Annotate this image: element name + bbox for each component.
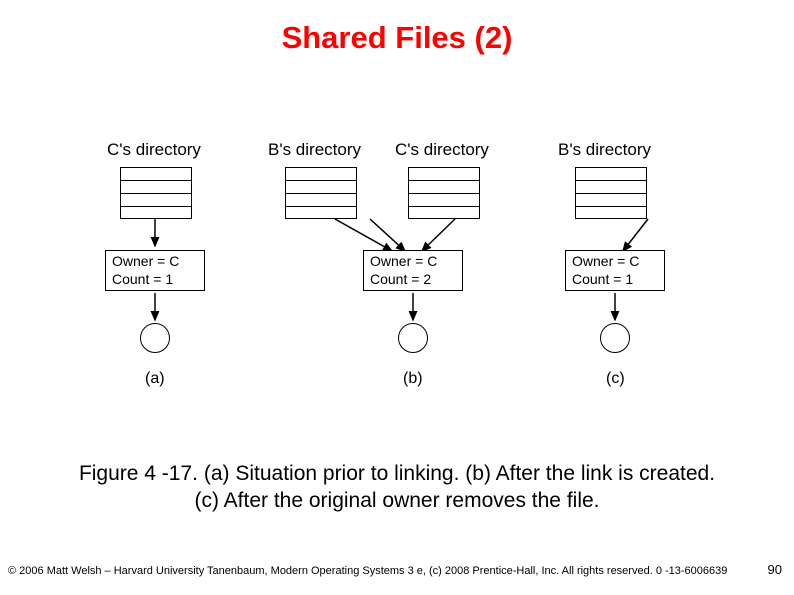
info-b-count: Count = 2: [370, 271, 456, 289]
info-box-a: Owner = C Count = 1: [105, 250, 205, 291]
dir-box-c-b: [408, 167, 480, 219]
dir-box-c-a: [120, 167, 192, 219]
dir-box-b-b: [285, 167, 357, 219]
caption-line1: Figure 4 -17. (a) Situation prior to lin…: [79, 462, 715, 485]
figure-caption: Figure 4 -17. (a) Situation prior to lin…: [0, 460, 794, 515]
info-a-count: Count = 1: [112, 271, 198, 289]
label-c-dir-b: C's directory: [395, 140, 489, 160]
page-number: 90: [768, 562, 782, 577]
file-node-c: [600, 323, 630, 353]
info-box-b: Owner = C Count = 2: [363, 250, 463, 291]
subfig-a: (a): [145, 370, 165, 388]
caption-line2: (c) After the original owner removes the…: [194, 489, 599, 512]
subfig-c: (c): [606, 370, 625, 388]
label-c-dir-a: C's directory: [107, 140, 201, 160]
figure-area: C's directory Owner = C Count = 1 (a) B'…: [0, 130, 794, 445]
footer-copyright: © 2006 Matt Welsh – Harvard University T…: [8, 565, 727, 577]
info-b-owner: Owner = C: [370, 253, 456, 271]
slide-title: Shared Files (2): [0, 0, 794, 56]
info-c-count: Count = 1: [572, 271, 658, 289]
info-a-owner: Owner = C: [112, 253, 198, 271]
info-box-c: Owner = C Count = 1: [565, 250, 665, 291]
label-b-dir-b: B's directory: [268, 140, 361, 160]
file-node-a: [140, 323, 170, 353]
file-node-b: [398, 323, 428, 353]
subfig-b: (b): [403, 370, 423, 388]
dir-box-b-c: [575, 167, 647, 219]
label-b-dir-c: B's directory: [558, 140, 651, 160]
info-c-owner: Owner = C: [572, 253, 658, 271]
